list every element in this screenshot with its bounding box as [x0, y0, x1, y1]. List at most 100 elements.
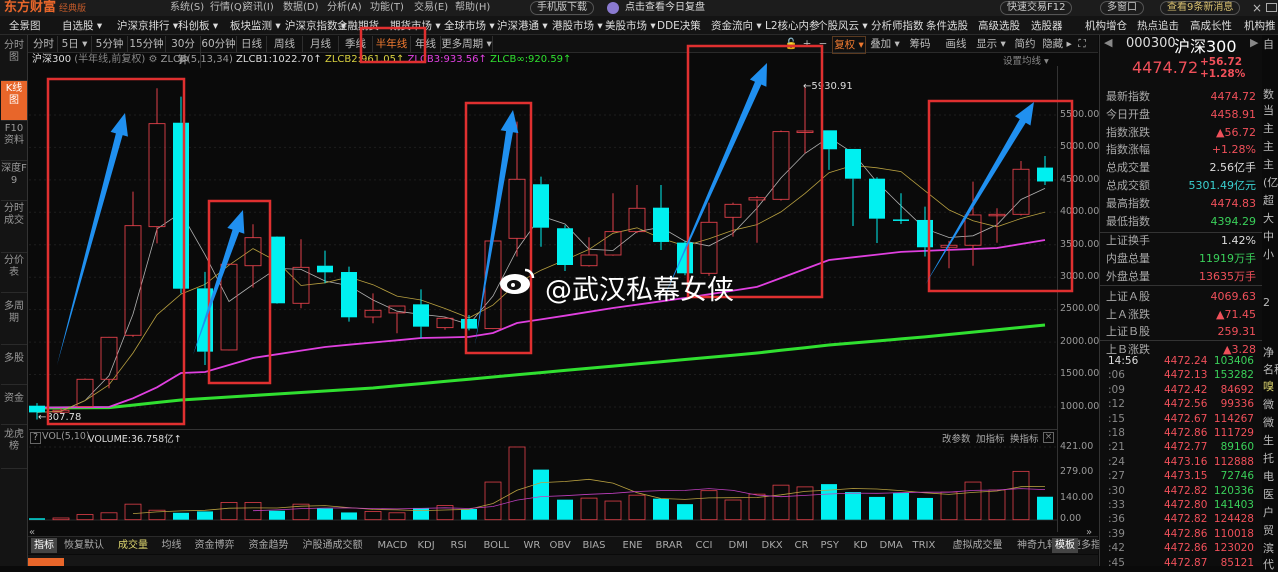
volume-panel-action[interactable]: 加指标 [976, 431, 1005, 445]
nav-item[interactable]: 机构增仓 [1085, 17, 1127, 35]
nav-item[interactable]: 期货市场 ▾ [390, 17, 441, 35]
menu-item[interactable]: 数据(D) [283, 0, 319, 16]
mail-icon[interactable] [1266, 3, 1277, 12]
indicator-tab[interactable]: DKX [762, 538, 783, 553]
period-tab[interactable]: 60分钟 [201, 36, 237, 52]
indicator-tab[interactable]: CCI [696, 538, 713, 553]
indicator-tab[interactable]: RSI [451, 538, 467, 553]
sidebar-item[interactable]: K线图 [1, 81, 27, 121]
chart-tool-button[interactable]: 复权 ▾ [832, 36, 866, 54]
period-tab[interactable]: 分时 [30, 36, 58, 52]
indicator-tab[interactable]: KD [854, 538, 868, 553]
mobile-download-button[interactable]: 手机版下载 [530, 1, 594, 15]
period-tab[interactable]: 日线 [237, 36, 267, 52]
indicator-tab[interactable]: 均线 [162, 538, 182, 553]
nav-item[interactable]: 个股风云 ▾ [817, 17, 868, 35]
chart-tool-button[interactable]: 叠加 ▾ [868, 36, 902, 52]
nav-item[interactable]: 港股市场 ▾ [552, 17, 603, 35]
chart-tool-button[interactable]: − [816, 36, 830, 52]
daily-review-link[interactable]: 点击查看今日复盘 [625, 0, 705, 16]
period-tab[interactable]: 15分钟 [128, 36, 166, 52]
indicator-tab[interactable]: DMI [729, 538, 748, 553]
nav-item[interactable]: 条件选股 [926, 17, 968, 35]
nav-item[interactable]: 全球市场 ▾ [444, 17, 495, 35]
sidebar-item[interactable]: 龙虎榜 [1, 425, 27, 469]
nav-item[interactable]: 板块监测 ▾ [230, 17, 281, 35]
indicator-tab[interactable]: BRAR [656, 538, 683, 553]
indicator-tab[interactable]: MACD [378, 538, 408, 553]
volume-panel-action[interactable]: 改参数 [942, 431, 971, 445]
menu-item[interactable]: 资讯(I) [243, 0, 274, 16]
period-tab[interactable]: 年线 [411, 36, 441, 52]
indicator-tab[interactable]: 恢复默认 [64, 538, 104, 553]
indicator-tab[interactable]: BIAS [583, 538, 606, 553]
close-panel-icon[interactable]: × [1043, 432, 1054, 443]
menu-item[interactable]: 分析(A) [327, 0, 362, 16]
indicator-tab[interactable]: 资金博弈 [195, 538, 235, 553]
menu-item[interactable]: 帮助(H) [455, 0, 490, 16]
nav-item[interactable]: 全景图 [9, 17, 41, 35]
indicator-tab[interactable]: BOLL [484, 538, 510, 553]
nav-item[interactable]: 高级选股 [978, 17, 1020, 35]
sidebar-item[interactable]: 深度F9 [1, 161, 27, 201]
bottom-tab-active[interactable] [28, 558, 64, 566]
period-tab[interactable]: 周线 [267, 36, 303, 52]
chart-tool-button[interactable]: ⛶ [1074, 36, 1090, 52]
indicator-tab[interactable]: 资金趋势 [249, 538, 289, 553]
sidebar-item[interactable]: 分时成交 [1, 201, 27, 253]
indicator-tab[interactable]: KDJ [418, 538, 435, 553]
volume-panel-action[interactable]: 换指标 [1010, 431, 1039, 445]
sidebar-item[interactable]: 分时图 [1, 36, 27, 81]
messages-button[interactable]: 查看9条新消息 [1160, 1, 1241, 15]
period-tab[interactable]: 5日 ▾ [58, 36, 92, 52]
nav-item[interactable]: L2核心内参 [765, 17, 820, 35]
indicator-tab[interactable]: TRIX [913, 538, 936, 553]
chart-tool-button[interactable]: 隐藏 ▸ [1042, 36, 1072, 52]
indicator-params[interactable]: ZLCB(5,13,34) [161, 54, 233, 65]
nav-item[interactable]: 选股器 [1031, 17, 1063, 35]
nav-item[interactable]: 分析师指数 [871, 17, 924, 35]
period-tab[interactable]: 月线 [303, 36, 339, 52]
indicator-tab[interactable]: WR [524, 538, 541, 553]
gear-icon[interactable]: ⚙ [148, 54, 157, 65]
chart-tool-button[interactable]: 显示 ▾ [974, 36, 1008, 52]
chart-tool-button[interactable]: 筹码 [904, 36, 936, 52]
nav-item[interactable]: 美股市场 ▾ [605, 17, 656, 35]
sidebar-item[interactable]: 分价表 [1, 253, 27, 293]
multi-window-button[interactable]: 多窗口 [1100, 1, 1144, 15]
chart-tool-button[interactable]: 画线 [940, 36, 972, 52]
menu-item[interactable]: 行情(Q) [210, 0, 246, 16]
nav-item[interactable]: DDE决策 [657, 17, 701, 35]
sidebar-item[interactable]: 多股 [1, 345, 27, 385]
menu-item[interactable]: 交易(E) [414, 0, 448, 16]
indicator-tab[interactable]: 指标 [31, 538, 57, 553]
nav-item[interactable]: 自选股 ▾ [62, 17, 102, 35]
nav-item[interactable]: 沪深港通 ▾ [497, 17, 548, 35]
indicator-tab[interactable]: 沪股通成交额 [303, 538, 363, 553]
nav-item[interactable]: 热点追击 [1137, 17, 1179, 35]
period-tab[interactable]: 季线 [339, 36, 373, 52]
indicator-tab[interactable]: ENE [623, 538, 643, 553]
help-icon[interactable]: ? [30, 432, 42, 444]
nav-item[interactable]: 科创板 ▾ [178, 17, 218, 35]
chart-tool-button[interactable]: 🔓 [784, 36, 798, 52]
period-tab[interactable]: 半年线 [373, 36, 411, 52]
indicator-tab[interactable]: 成交量 [118, 538, 148, 553]
quick-trade-button[interactable]: 快速交易F12 [1000, 1, 1073, 15]
indicator-tab[interactable]: 神奇九转 [1017, 538, 1057, 553]
sidebar-item[interactable]: 资金 [1, 385, 27, 425]
indicator-tab[interactable]: DMA [880, 538, 903, 553]
set-ma-button[interactable]: 设置均线 ▾ [1003, 53, 1049, 67]
indicator-tab[interactable]: 模板 [1052, 538, 1078, 553]
indicator-tab[interactable]: 虚拟成交量 [953, 538, 1003, 553]
nav-item[interactable]: 沪深京排行 ▾ [117, 17, 178, 35]
indicator-tab[interactable]: CR [795, 538, 809, 553]
nav-item[interactable]: 金融期货 [337, 17, 379, 35]
close-icon[interactable]: × [1252, 0, 1262, 16]
indicator-tab[interactable]: PSY [821, 538, 840, 553]
menu-item[interactable]: 系统(S) [170, 0, 204, 16]
indicator-tab[interactable]: OBV [550, 538, 571, 553]
prev-stock-icon[interactable]: ◀ [1104, 36, 1112, 49]
period-tab[interactable]: 更多周期 ▾ [441, 36, 493, 52]
period-tab[interactable]: 5分钟 [92, 36, 128, 52]
